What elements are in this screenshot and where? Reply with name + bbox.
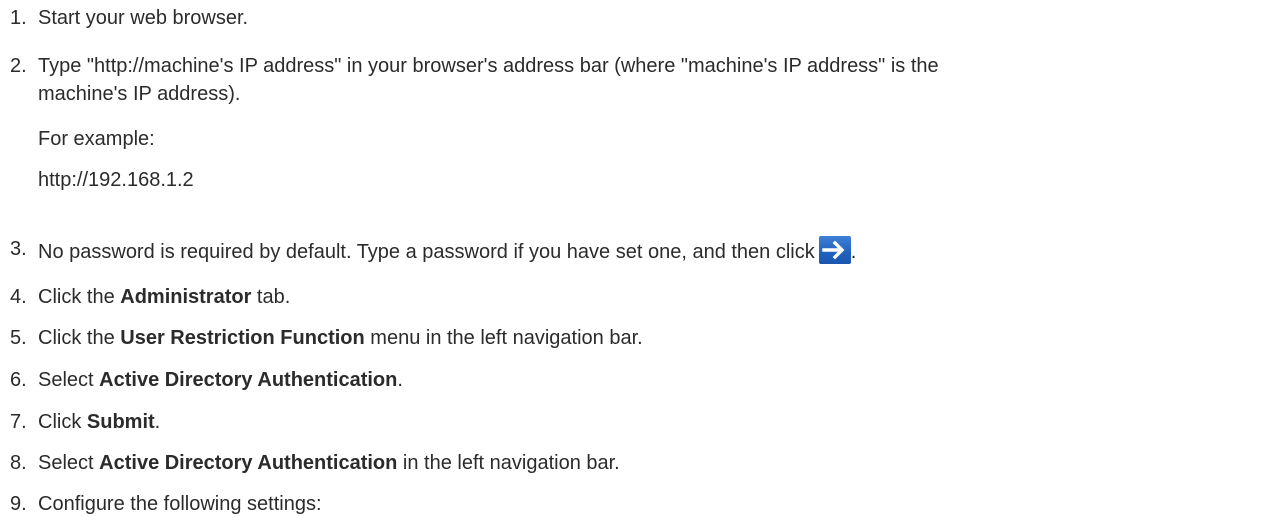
- step-number: 4.: [10, 286, 27, 308]
- text-post: menu in the left navigation bar.: [364, 327, 643, 349]
- text-pre: Select: [38, 369, 100, 391]
- text-pre: Click: [38, 411, 87, 433]
- step-text-content: No password is required by default. Type…: [38, 241, 815, 263]
- instruction-steps: 1. Start your web browser. 2. Type "http…: [0, 0, 1261, 517]
- step-number: 6.: [10, 369, 27, 391]
- text-post: in the left navigation bar.: [397, 452, 620, 474]
- right-arrow-login-icon: [818, 236, 851, 264]
- text-pre: Click the: [38, 327, 121, 349]
- step-number: 2.: [10, 55, 27, 77]
- step-1: 1. Start your web browser.: [0, 5, 1255, 31]
- text-pre: Click the: [38, 286, 121, 308]
- step-5: 5. Click the User Restriction Function m…: [0, 325, 1255, 351]
- step-2: 2. Type "http://machine's IP address" in…: [0, 53, 1255, 218]
- user-restriction-function-label: User Restriction Function: [120, 327, 365, 349]
- step-number: 8.: [10, 452, 27, 474]
- step-text: Click the Administrator tab.: [38, 284, 1255, 310]
- active-directory-authentication-label: Active Directory Authentication: [99, 369, 398, 391]
- step-4: 4. Click the Administrator tab.: [0, 284, 1255, 310]
- trailing-period: .: [850, 241, 857, 263]
- step-text-line-2: machine's IP address).: [38, 83, 241, 105]
- text-post: .: [397, 369, 403, 391]
- administrator-tab-label: Administrator: [120, 286, 252, 308]
- step-text: Select Active Directory Authentication i…: [38, 450, 1255, 476]
- step-number: 3.: [10, 238, 27, 260]
- step-text: Click the User Restriction Function menu…: [38, 325, 1255, 351]
- step-number: 9.: [10, 493, 27, 515]
- active-directory-authentication-label: Active Directory Authentication: [99, 452, 398, 474]
- step-7: 7. Click Submit.: [0, 409, 1255, 435]
- step-text: Start your web browser.: [38, 7, 249, 29]
- step-6: 6. Select Active Directory Authenticatio…: [0, 367, 1255, 393]
- step-text: No password is required by default. Type…: [38, 236, 1255, 265]
- step-text: Select Active Directory Authentication.: [38, 367, 1255, 393]
- step-9: 9. Configure the following settings:: [0, 491, 1255, 517]
- step-3: 3. No password is required by default. T…: [0, 236, 1255, 265]
- submit-label: Submit: [86, 411, 155, 433]
- text-post: .: [154, 411, 161, 433]
- step-number: 1.: [10, 7, 27, 29]
- step-8: 8. Select Active Directory Authenticatio…: [0, 450, 1255, 476]
- step-text-line-1: Type "http://machine's IP address" in yo…: [38, 55, 939, 77]
- example-url: http://192.168.1.2: [38, 169, 194, 191]
- example-label: For example:: [38, 128, 155, 150]
- step-text: Configure the following settings:: [38, 493, 322, 515]
- text-pre: Select: [38, 452, 100, 474]
- step-number: 7.: [10, 411, 27, 433]
- step-text: Click Submit.: [38, 409, 1255, 435]
- step-number: 5.: [10, 327, 27, 349]
- text-post: tab.: [251, 286, 291, 308]
